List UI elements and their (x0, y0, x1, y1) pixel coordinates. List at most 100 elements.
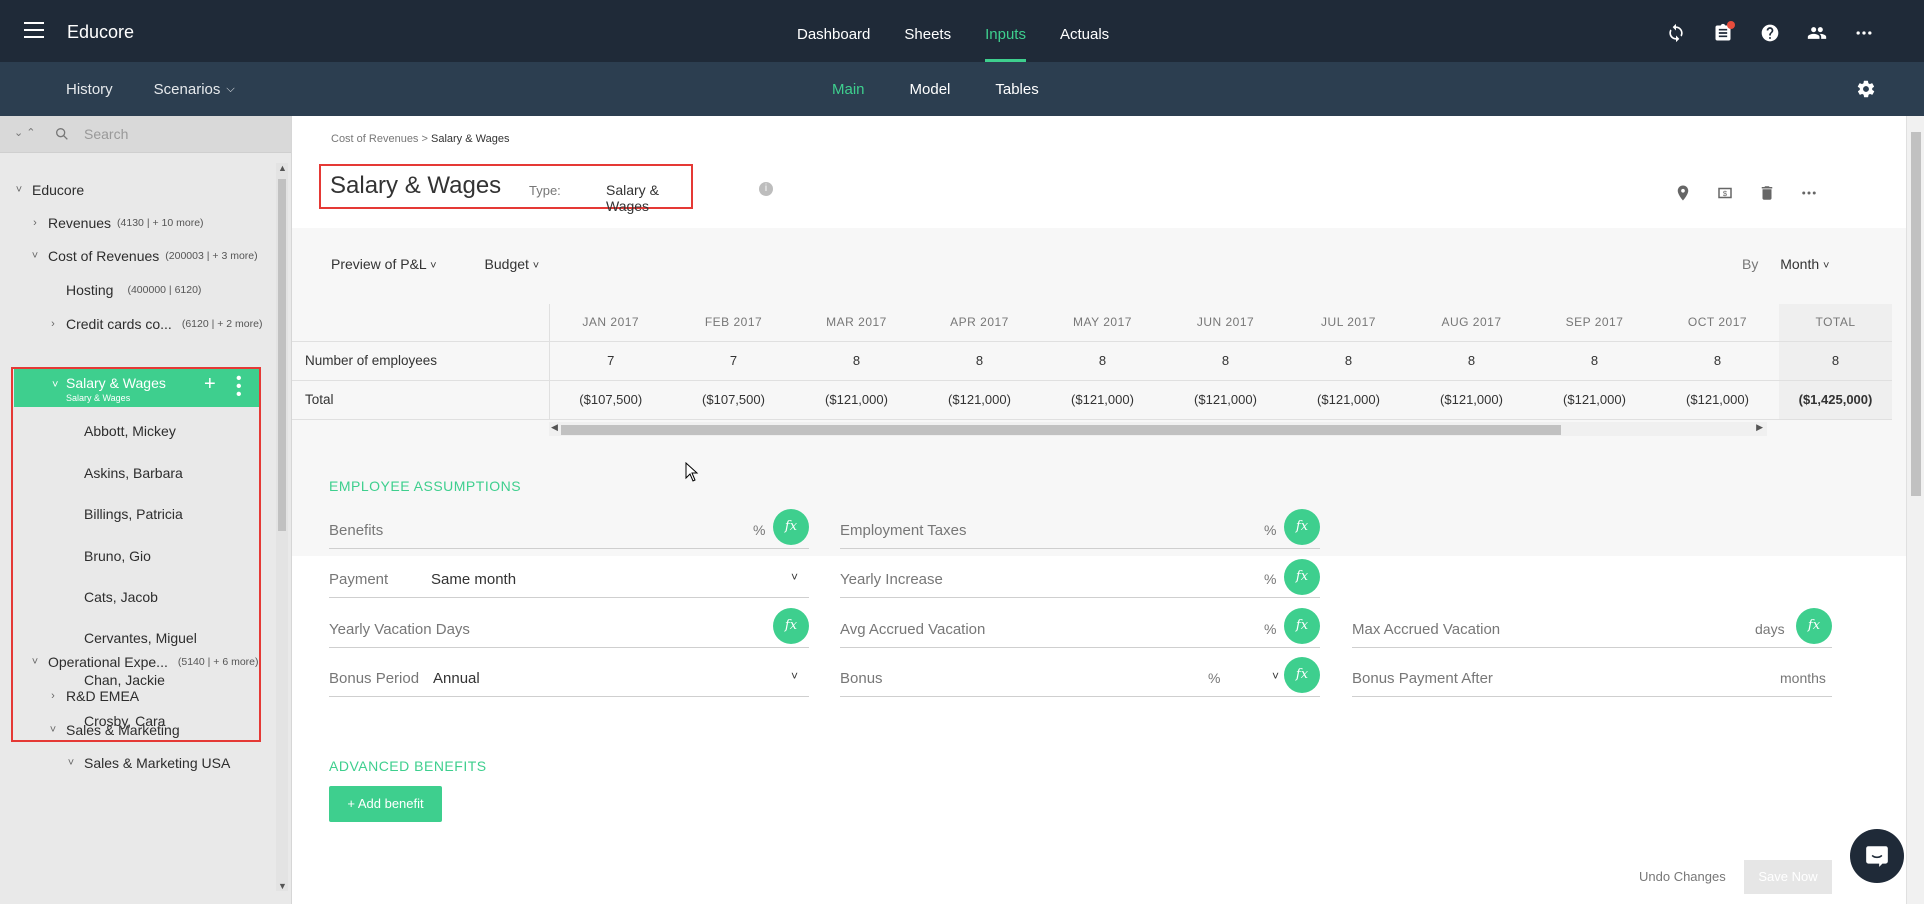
grid-cell[interactable]: 8 (918, 341, 1041, 381)
breadcrumb-parent[interactable]: Cost of Revenues (331, 133, 418, 145)
grid-cell[interactable]: ($121,000) (918, 380, 1041, 420)
period-dropdown[interactable]: Month ˅ (1780, 256, 1829, 272)
grid-cell[interactable]: ($107,500) (549, 380, 672, 420)
max-accrued-vacation-formula-button[interactable]: fx (1796, 608, 1832, 644)
notification-dot (1727, 21, 1735, 29)
bonus-payment-after-field[interactable]: Bonus Payment After months (1352, 661, 1832, 697)
clipboard-icon[interactable] (1711, 21, 1735, 45)
month-header: OCT 2017 (1656, 304, 1779, 342)
tree-item-revenues[interactable]: › Revenues (4130 | + 10 more) (0, 213, 276, 233)
save-now-button[interactable]: Save Now (1744, 860, 1832, 894)
nav-actuals[interactable]: Actuals (1043, 0, 1126, 62)
vacation-days-field[interactable]: Yearly Vacation Days (329, 612, 809, 648)
benefits-formula-button[interactable]: fx (773, 509, 809, 545)
tree-item-label: Educore (32, 182, 85, 198)
chat-support-icon[interactable] (1850, 829, 1904, 883)
tab-main[interactable]: Main (832, 81, 865, 98)
grid-cell[interactable]: 8 (795, 341, 918, 381)
tree-item-label: Revenues (48, 215, 112, 231)
nav-dashboard[interactable]: Dashboard (780, 0, 887, 62)
scroll-right-icon[interactable]: ▶ (1756, 422, 1763, 433)
users-icon[interactable] (1805, 21, 1829, 45)
scenarios-dropdown[interactable]: Scenarios ⌵ (154, 81, 235, 98)
view-dropdown[interactable]: Preview of P&L ˅ (331, 256, 437, 272)
tree-item-credit-cards[interactable]: › Credit cards co... (6120 | + 2 more) (0, 314, 276, 334)
nav-sheets[interactable]: Sheets (887, 0, 968, 62)
chevron-down-icon[interactable]: ˅ (1272, 669, 1279, 683)
yearly-increase-field[interactable]: Yearly Increase % (840, 562, 1320, 598)
scenario-dropdown[interactable]: Budget ˅ (485, 256, 540, 272)
advanced-benefits-title: ADVANCED BENEFITS (329, 758, 487, 774)
help-icon[interactable] (1758, 21, 1782, 45)
tree-item-cost-of-revenues[interactable]: ˅ Cost of Revenues (200003 | + 3 more) (0, 246, 276, 266)
grid-horizontal-scrollbar[interactable]: ◀ ▶ (549, 422, 1767, 436)
avg-accrued-vacation-formula-button[interactable]: fx (1284, 608, 1320, 644)
avg-accrued-vacation-field[interactable]: Avg Accrued Vacation % (840, 612, 1320, 648)
max-accrued-vacation-field[interactable]: Max Accrued Vacation days (1352, 612, 1832, 648)
employment-taxes-formula-button[interactable]: fx (1284, 509, 1320, 545)
grid-cell[interactable]: ($121,000) (1287, 380, 1410, 420)
chevron-down-icon: ˅ (791, 669, 799, 683)
highlight-box (11, 367, 261, 742)
vacation-days-formula-button[interactable]: fx (773, 608, 809, 644)
add-benefit-button[interactable]: + Add benefit (329, 786, 442, 822)
tab-tables[interactable]: Tables (995, 81, 1038, 98)
tree-item-hosting[interactable]: Hosting (400000 | 6120) (0, 280, 276, 300)
nav-inputs[interactable]: Inputs (968, 0, 1043, 62)
bonus-formula-button[interactable]: fx (1284, 657, 1320, 693)
employment-taxes-field[interactable]: Employment Taxes % (840, 513, 1320, 549)
sub-bar-left: History Scenarios ⌵ (66, 62, 235, 116)
grid-cell[interactable]: ($107,500) (672, 380, 795, 420)
payment-label: Payment (329, 571, 389, 588)
search-input[interactable] (84, 122, 274, 146)
sidebar-scrollbar[interactable]: ▲ ▼ (276, 163, 288, 891)
page-vertical-scrollbar[interactable] (1906, 116, 1924, 904)
grid-cell[interactable]: 8 (1656, 341, 1779, 381)
scrollbar-thumb[interactable] (1911, 132, 1921, 496)
hamburger-menu-icon[interactable] (24, 22, 44, 40)
more-icon[interactable] (1852, 21, 1876, 45)
tree-item-educore[interactable]: ˅ Educore (0, 180, 276, 200)
grid-cell[interactable]: 8 (1041, 341, 1164, 381)
yearly-increase-formula-button[interactable]: fx (1284, 559, 1320, 595)
grid-cell[interactable]: 8 (1164, 341, 1287, 381)
scroll-down-icon[interactable]: ▼ (278, 881, 287, 891)
grid-cell[interactable]: ($121,000) (1410, 380, 1533, 420)
grid-cell[interactable]: 7 (672, 341, 795, 381)
grid-cell[interactable]: ($121,000) (1164, 380, 1287, 420)
settings-gear-icon[interactable] (1856, 79, 1876, 99)
benefits-field[interactable]: Benefits % (329, 513, 809, 549)
scroll-left-icon[interactable]: ◀ (551, 422, 558, 433)
grid-cell[interactable]: ($121,000) (1656, 380, 1779, 420)
more-icon[interactable] (1798, 182, 1820, 204)
grid-cell[interactable]: ($121,000) (795, 380, 918, 420)
tab-model[interactable]: Model (910, 81, 951, 98)
grid-cell[interactable]: 8 (1410, 341, 1533, 381)
sync-icon[interactable] (1664, 21, 1688, 45)
scroll-up-icon[interactable]: ▲ (278, 163, 287, 173)
bonus-period-field[interactable]: Bonus Period Annual ˅ (329, 661, 809, 697)
expand-collapse-icon[interactable]: ⌄⌃ (14, 126, 42, 139)
sub-bar: History Scenarios ⌵ Main Model Tables (0, 62, 1924, 116)
info-icon[interactable]: i (759, 182, 773, 196)
grid-cell[interactable]: ($121,000) (1533, 380, 1656, 420)
history-link[interactable]: History (66, 81, 113, 98)
trash-icon[interactable] (1756, 182, 1778, 204)
dollar-icon[interactable]: $ (1714, 182, 1736, 204)
grid-cell[interactable]: 8 (1533, 341, 1656, 381)
bonus-field[interactable]: Bonus % ˅ (840, 661, 1320, 697)
location-pin-icon[interactable] (1672, 182, 1694, 204)
scrollbar-thumb[interactable] (561, 425, 1561, 435)
tree-item-sales-marketing-usa[interactable]: ˅ Sales & Marketing USA (0, 753, 276, 773)
undo-changes-button[interactable]: Undo Changes (1639, 869, 1726, 884)
scrollbar-thumb[interactable] (278, 179, 286, 531)
payment-field[interactable]: Payment Same month ˅ (329, 562, 809, 598)
svg-text:$: $ (1723, 189, 1728, 198)
grid-cell[interactable]: ($121,000) (1041, 380, 1164, 420)
grid-cell[interactable]: 8 (1287, 341, 1410, 381)
month-header: JAN 2017 (549, 304, 672, 342)
bonus-payment-after-unit: months (1780, 670, 1826, 686)
bonus-period-value: Annual (433, 670, 480, 687)
month-header: JUN 2017 (1164, 304, 1287, 342)
grid-cell[interactable]: 7 (549, 341, 672, 381)
